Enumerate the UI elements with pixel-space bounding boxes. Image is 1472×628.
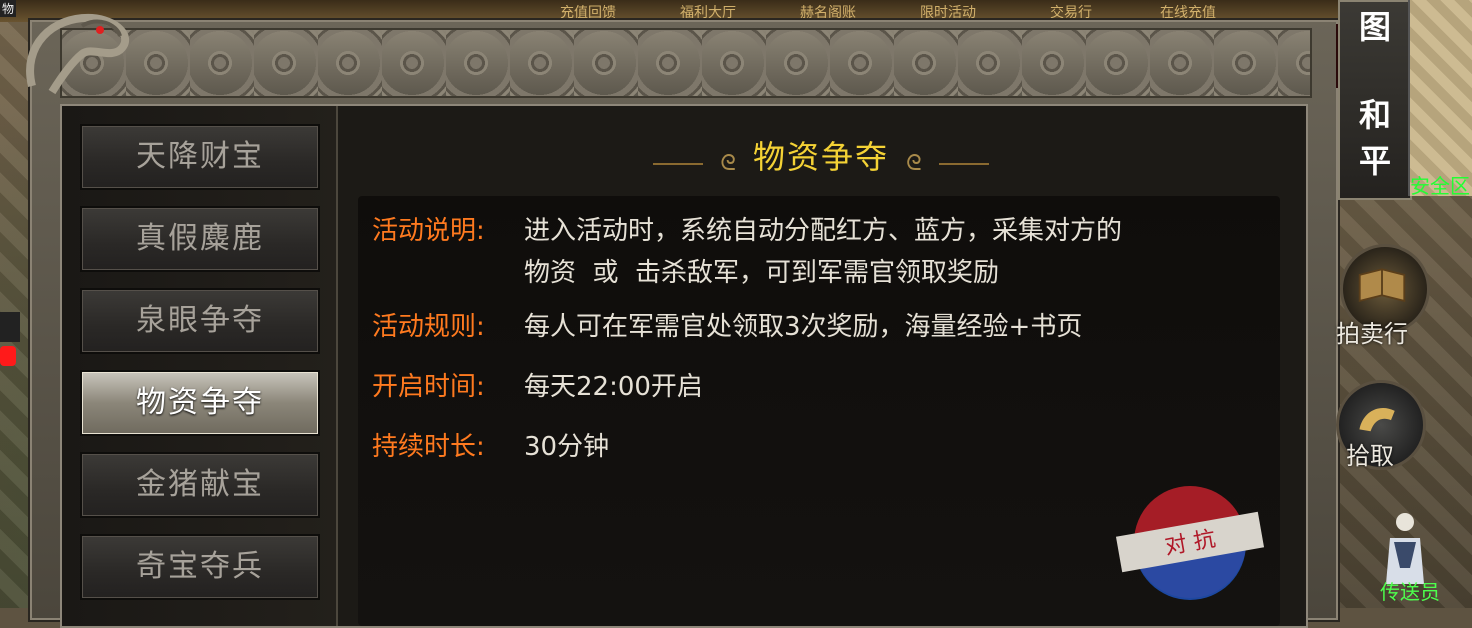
mode-char: 和 [1358, 96, 1391, 134]
title-divider-left [653, 162, 704, 165]
activity-title: 物资争夺 [752, 138, 889, 176]
title-divider-right [938, 162, 989, 165]
description-line: 进入活动时，系统自动分配红方、蓝方，采集对方的 [524, 216, 1123, 246]
scroll-ornament-icon: ᘓ [720, 151, 736, 176]
pickup-label: 拾取 [1346, 442, 1394, 470]
open-time-value: 每天22:00开启 [524, 372, 703, 402]
pk-mode-panel[interactable]: 图 和 平 [1338, 0, 1412, 200]
dragon-ornament-icon [26, 13, 130, 95]
activity-tab-list: 天降财宝 真假麋鹿 泉眼争夺 物资争夺 金猪献宝 奇宝夺兵 [62, 106, 338, 626]
description-line: 物资 或 击杀敌军，可到军需官领取奖励 [524, 258, 1000, 288]
title-row: ᘓ 物资争夺 ᘓ [338, 130, 1304, 184]
hud-red-marker [0, 346, 16, 366]
corner-label: 物 [0, 0, 17, 17]
duration-label: 持续时长: [372, 432, 485, 462]
window-frieze [60, 28, 1312, 98]
duration-value: 30分钟 [524, 432, 610, 462]
npc-name-label: 传送员 [1380, 580, 1440, 604]
tab-wuzi-zhengduo[interactable]: 物资争夺 [80, 370, 320, 436]
rules-value: 每人可在军需官处领取3次奖励，海量经验+书页 [524, 312, 1083, 342]
scroll-ornament-icon: ᘓ [906, 151, 922, 176]
mode-char: 平 [1358, 142, 1391, 180]
description-value: 进入活动时，系统自动分配红方、蓝方，采集对方的 物资 或 击杀敌军，可到军需官领… [524, 210, 1244, 294]
tab-quanyan-zhengduo[interactable]: 泉眼争夺 [80, 288, 320, 354]
minimap[interactable] [1408, 0, 1472, 196]
detail-panel: 活动说明: 进入活动时，系统自动分配红方、蓝方，采集对方的 物资 或 击杀敌军，… [358, 196, 1280, 626]
tab-zhenjia-milu[interactable]: 真假麋鹿 [80, 206, 320, 272]
mode-char: 图 [1358, 8, 1391, 46]
tab-tianjiang-caibao[interactable]: 天降财宝 [80, 124, 320, 190]
activity-window: 天降财宝 真假麋鹿 泉眼争夺 物资争夺 金猪献宝 奇宝夺兵 ᘓ 物资争夺 ᘓ 活… [26, 13, 1340, 628]
tab-qibao-duobing[interactable]: 奇宝夺兵 [80, 534, 320, 600]
activity-detail: ᘓ 物资争夺 ᘓ 活动说明: 进入活动时，系统自动分配红方、蓝方，采集对方的 物… [338, 106, 1304, 626]
tab-jinzhu-xianbao[interactable]: 金猪献宝 [80, 452, 320, 518]
description-label: 活动说明: [372, 216, 485, 246]
rules-label: 活动规则: [372, 312, 485, 342]
safe-zone-label: 安全区 [1410, 174, 1470, 198]
pvp-stamp-icon: 对 抗 [1115, 486, 1265, 600]
open-time-label: 开启时间: [372, 372, 485, 402]
hud-fragment [0, 312, 20, 342]
window-body: 天降财宝 真假麋鹿 泉眼争夺 物资争夺 金猪献宝 奇宝夺兵 ᘓ 物资争夺 ᘓ 活… [60, 104, 1308, 628]
auction-house-label: 拍卖行 [1336, 320, 1408, 348]
